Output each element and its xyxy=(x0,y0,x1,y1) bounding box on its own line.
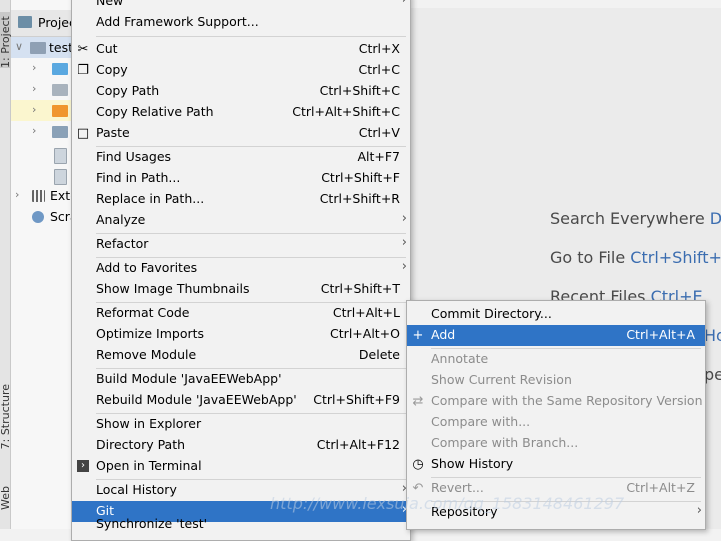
git-item-add[interactable]: + Add Ctrl+Alt+A xyxy=(407,325,705,346)
git-item-show-history[interactable]: ◷ Show History xyxy=(407,454,705,475)
library-icon xyxy=(32,190,45,202)
copy-icon: ❐ xyxy=(77,63,89,78)
scissors-icon: ✂ xyxy=(77,42,89,57)
tree-row-scratches[interactable]: Scratches and Consoles xyxy=(11,206,71,227)
menu-item-open-in-terminal[interactable]: › Open in Terminal xyxy=(72,456,410,477)
tree-row[interactable]: › xyxy=(11,58,71,79)
terminal-icon: › xyxy=(77,460,89,472)
project-context-menu: New› Add Framework Support... ✂CutCtrl+X… xyxy=(71,0,411,541)
menu-item-new[interactable]: New› xyxy=(72,0,410,12)
submenu-arrow-icon: › xyxy=(696,503,702,518)
left-tool-strip: 1: Project 7: Structure Web xyxy=(0,0,12,529)
compare-icon: ⇄ xyxy=(412,394,424,409)
git-item-annotate[interactable]: Annotate xyxy=(407,349,705,370)
tree-row[interactable] xyxy=(11,145,71,166)
tree-row-external-libraries[interactable]: › External Libraries xyxy=(11,185,71,206)
paste-icon: □ xyxy=(76,126,90,141)
collapse-arrow-icon[interactable]: › xyxy=(32,82,36,95)
git-item-show-current-revision[interactable]: Show Current Revision xyxy=(407,370,705,391)
tree-row-label: External Libraries xyxy=(50,188,71,203)
tree-row-test[interactable]: ∨ test xyxy=(11,37,71,58)
git-item-compare-with[interactable]: Compare with... xyxy=(407,412,705,433)
tree-row-label: Scratches and Consoles xyxy=(50,209,71,224)
tree-row-label: test xyxy=(49,40,71,55)
menu-item-add-to-favorites[interactable]: Add to Favorites › xyxy=(72,258,410,279)
hint-drop-files: pe xyxy=(704,365,721,384)
collapse-arrow-icon[interactable]: › xyxy=(32,124,36,137)
clock-icon: ◷ xyxy=(412,457,424,472)
module-folder-icon xyxy=(30,42,46,54)
git-item-compare-same-version[interactable]: ⇄ Compare with the Same Repository Versio… xyxy=(407,391,705,412)
project-panel: Project ∨ test › › › › › External Librar… xyxy=(11,0,71,529)
tree-row[interactable] xyxy=(11,166,71,187)
menu-item-show-image-thumbnails[interactable]: Show Image Thumbnails Ctrl+Shift+T xyxy=(72,279,410,300)
tree-row[interactable]: › xyxy=(11,79,71,100)
menu-item-remove-module[interactable]: Remove Module Delete xyxy=(72,345,410,366)
web-folder-icon xyxy=(52,126,68,138)
menu-item-find-usages[interactable]: Find Usages Alt+F7 xyxy=(72,147,410,168)
file-icon xyxy=(54,148,67,164)
project-icon xyxy=(18,16,32,28)
collapse-arrow-icon[interactable]: › xyxy=(32,103,36,116)
git-item-revert[interactable]: ↶ Revert... Ctrl+Alt+Z xyxy=(407,478,705,499)
git-item-commit-directory[interactable]: Commit Directory... xyxy=(407,304,705,325)
excluded-folder-icon xyxy=(52,105,68,117)
project-panel-header: Project xyxy=(11,10,71,37)
hint-navigation-bar: Ho xyxy=(704,326,721,345)
submenu-arrow-icon: › xyxy=(401,211,407,226)
menu-item-cut[interactable]: ✂ Cut Ctrl+X xyxy=(72,39,410,60)
menu-item-refactor[interactable]: Refactor › xyxy=(72,234,410,255)
folder-icon xyxy=(52,63,68,75)
project-panel-title[interactable]: Project xyxy=(38,15,71,30)
tree-row[interactable]: › xyxy=(11,100,71,121)
expand-arrow-icon[interactable]: ∨ xyxy=(15,40,23,53)
plus-icon: + xyxy=(412,328,424,343)
menu-item-directory-path[interactable]: Directory Path Ctrl+Alt+F12 xyxy=(72,435,410,456)
menu-separator xyxy=(96,36,406,37)
menu-item-rebuild-module[interactable]: Rebuild Module 'JavaEEWebApp' Ctrl+Shift+… xyxy=(72,390,410,411)
git-item-repository[interactable]: Repository › xyxy=(407,502,705,523)
hint-go-to-file: Go to File Ctrl+Shift+N xyxy=(550,248,721,267)
git-item-compare-with-branch[interactable]: Compare with Branch... xyxy=(407,433,705,454)
file-icon xyxy=(54,169,67,185)
submenu-arrow-icon: › xyxy=(402,0,407,7)
revert-icon: ↶ xyxy=(412,481,424,496)
folder-icon xyxy=(52,84,68,96)
menu-item-copy-relative-path[interactable]: Copy Relative Path Ctrl+Alt+Shift+C xyxy=(72,102,410,123)
submenu-arrow-icon: › xyxy=(401,235,407,250)
menu-item-copy[interactable]: ❐ Copy Ctrl+C xyxy=(72,60,410,81)
menu-item-find-in-path[interactable]: Find in Path... Ctrl+Shift+F xyxy=(72,168,410,189)
menu-item-add-framework-support[interactable]: Add Framework Support... xyxy=(72,12,410,33)
submenu-arrow-icon: › xyxy=(401,259,407,274)
git-submenu: Commit Directory... + Add Ctrl+Alt+A Annot… xyxy=(406,300,706,530)
menu-item-replace-in-path[interactable]: Replace in Path... Ctrl+Shift+R xyxy=(72,189,410,210)
menu-item-copy-path[interactable]: Copy Path Ctrl+Shift+C xyxy=(72,81,410,102)
menu-item-show-in-explorer[interactable]: Show in Explorer xyxy=(72,414,410,435)
menu-item-reformat-code[interactable]: Reformat Code Ctrl+Alt+L xyxy=(72,303,410,324)
menu-item-local-history[interactable]: Local History › xyxy=(72,480,410,501)
menu-item-analyze[interactable]: Analyze › xyxy=(72,210,410,231)
scratches-icon xyxy=(32,211,44,223)
menu-item-build-module[interactable]: Build Module 'JavaEEWebApp' xyxy=(72,369,410,390)
hint-search-everywhere: Search Everywhere Do xyxy=(550,209,721,228)
collapse-arrow-icon[interactable]: › xyxy=(32,61,36,74)
menu-item-paste[interactable]: □ Paste Ctrl+V xyxy=(72,123,410,144)
menu-item-optimize-imports[interactable]: Optimize Imports Ctrl+Alt+O xyxy=(72,324,410,345)
tree-row[interactable]: › xyxy=(11,121,71,142)
collapse-arrow-icon[interactable]: › xyxy=(15,188,19,201)
